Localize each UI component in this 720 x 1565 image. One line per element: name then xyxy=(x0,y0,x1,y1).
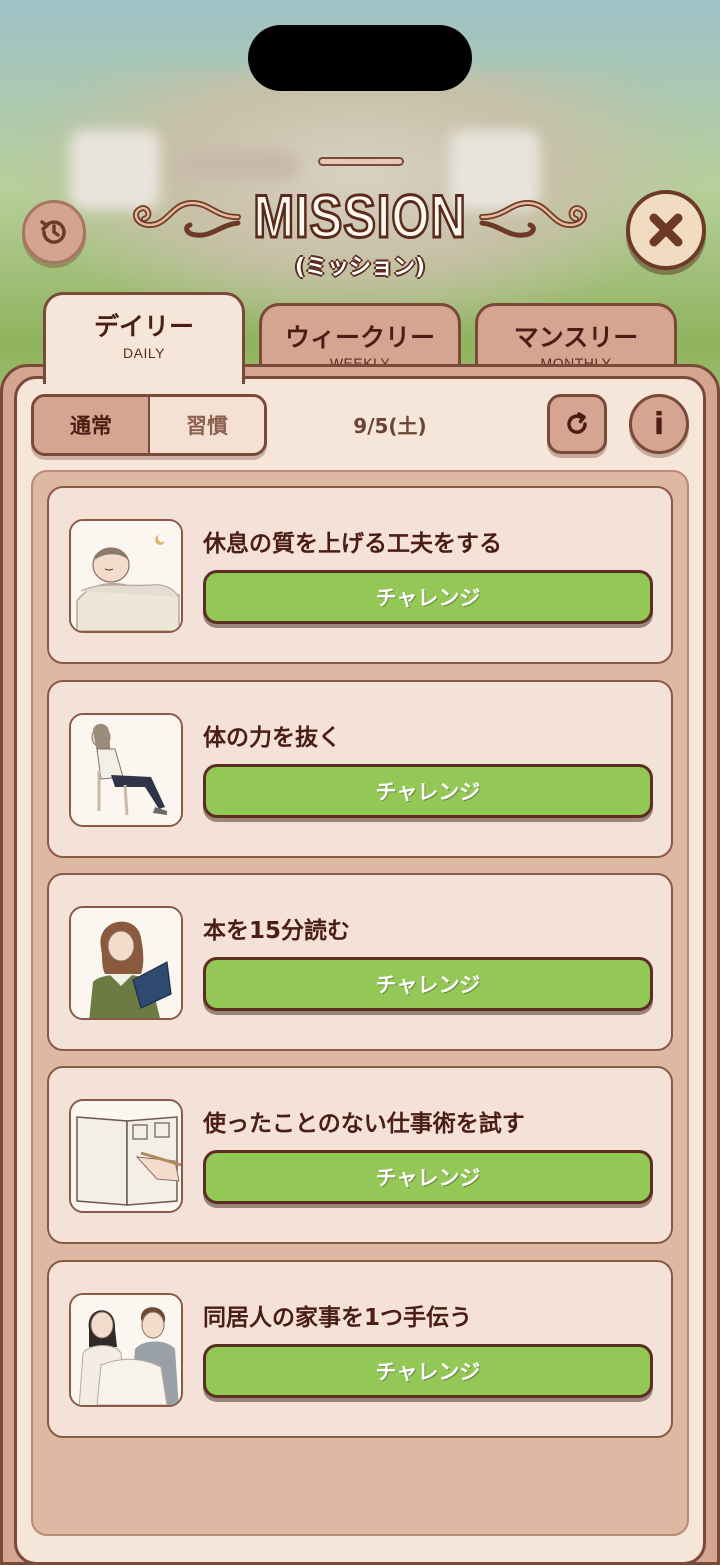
tab-daily-sublabel: DAILY xyxy=(123,345,165,361)
mission-illustration-housework xyxy=(69,1293,183,1407)
challenge-button[interactable]: チャレンジ xyxy=(203,1344,653,1398)
challenge-button[interactable]: チャレンジ xyxy=(203,1150,653,1204)
mission-card: 体の力を抜く チャレンジ xyxy=(47,680,673,858)
mission-illustration-sleep xyxy=(69,519,183,633)
tab-monthly-label: マンスリー xyxy=(513,323,639,352)
tab-daily[interactable]: デイリー DAILY xyxy=(43,292,245,384)
mission-card: 使ったことのない仕事術を試す チャレンジ xyxy=(47,1066,673,1244)
mission-card: 休息の質を上げる工夫をする チャレンジ xyxy=(47,486,673,664)
close-button[interactable] xyxy=(626,190,706,270)
segment-normal[interactable]: 通常 xyxy=(34,397,150,453)
segment-habit[interactable]: 習慣 xyxy=(150,397,264,453)
mission-card: 同居人の家事を1つ手伝う チャレンジ xyxy=(47,1260,673,1438)
mission-illustration-notebook xyxy=(69,1099,183,1213)
close-icon xyxy=(649,213,683,247)
tab-daily-label: デイリー xyxy=(93,312,194,341)
mission-title: 体の力を抜く xyxy=(203,725,341,751)
refresh-button[interactable] xyxy=(547,394,607,454)
mission-title: 休息の質を上げる工夫をする xyxy=(203,531,502,557)
tab-weekly-label: ウィークリー xyxy=(284,323,435,352)
mission-illustration-relax xyxy=(69,713,183,827)
current-date: 9/5(土) xyxy=(353,414,427,438)
challenge-button[interactable]: チャレンジ xyxy=(203,764,653,818)
camera-notch xyxy=(248,25,472,91)
refresh-icon xyxy=(567,412,587,434)
challenge-button[interactable]: チャレンジ xyxy=(203,570,653,624)
info-button[interactable]: i xyxy=(629,394,689,454)
page-title: MISSION xyxy=(252,182,467,252)
mission-type-segmented-control: 通常 習慣 xyxy=(31,394,267,456)
mission-illustration-reading xyxy=(69,906,183,1020)
sheet-handle[interactable] xyxy=(318,157,404,166)
challenge-button[interactable]: チャレンジ xyxy=(203,957,653,1011)
mission-title: 本を15分読む xyxy=(203,918,351,944)
mission-title: 使ったことのない仕事術を試す xyxy=(203,1111,525,1137)
mission-title: 同居人の家事を1つ手伝う xyxy=(203,1305,473,1331)
info-icon: i xyxy=(653,406,665,442)
page-subtitle: (ミッション) xyxy=(294,255,426,280)
mission-card: 本を15分読む チャレンジ xyxy=(47,873,673,1051)
